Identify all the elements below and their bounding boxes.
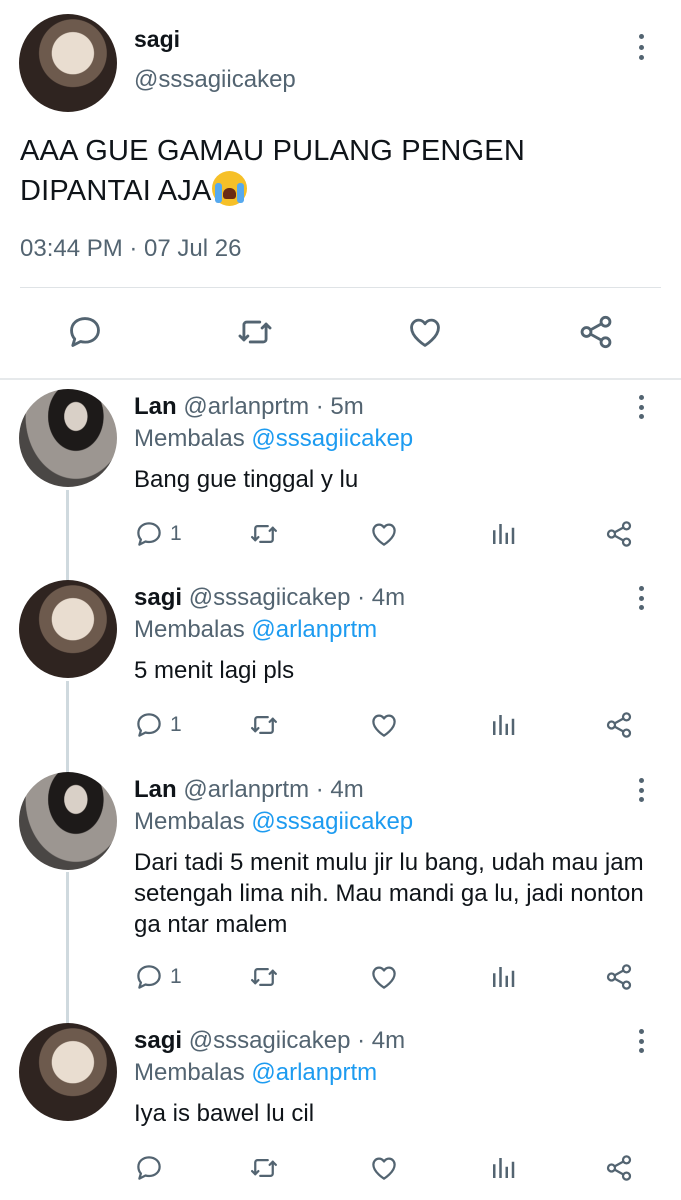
reply-text: 5 menit lagi pls	[134, 657, 295, 684]
reply-text: Iya is bawel lu cil	[134, 1100, 315, 1127]
tweet-timestamp[interactable]: 03:44 PM · 07 Jul 26	[20, 235, 241, 263]
author-name[interactable]: Lan	[134, 776, 177, 803]
reply-tweet[interactable]: sagi @sssagiicakep · 4m Membalas @arlanp…	[0, 1023, 681, 1197]
analytics-icon[interactable]	[488, 517, 518, 551]
share-icon[interactable]	[604, 517, 634, 551]
author-handle[interactable]: @sssagiicakep	[134, 66, 296, 94]
avatar[interactable]	[19, 389, 117, 487]
avatar[interactable]	[19, 1023, 117, 1121]
reply-tweet[interactable]: sagi @sssagiicakep · 4m Membalas @arlanp…	[0, 580, 681, 754]
mention-link[interactable]: @arlanprtm	[251, 1059, 377, 1086]
reply-button[interactable]: 1	[134, 517, 182, 551]
retweet-icon[interactable]	[249, 1151, 279, 1185]
tweet-text-line2: DIPANTAI AJA	[20, 175, 212, 207]
share-icon[interactable]	[604, 708, 634, 742]
replying-prefix: Membalas	[134, 1059, 245, 1086]
share-icon[interactable]	[576, 312, 616, 352]
author-handle[interactable]: @arlanprtm · 5m	[183, 393, 363, 420]
reply-tweet[interactable]: Lan @arlanprtm · 5m Membalas @sssagiicak…	[0, 389, 681, 563]
analytics-icon[interactable]	[488, 708, 518, 742]
replying-to: Membalas @arlanprtm	[134, 616, 377, 644]
share-icon[interactable]	[604, 1151, 634, 1185]
reply-header: sagi @sssagiicakep · 4m	[134, 584, 405, 612]
reply-icon	[137, 522, 161, 546]
like-icon[interactable]	[405, 312, 445, 352]
retweet-icon[interactable]	[249, 708, 279, 742]
like-icon[interactable]	[369, 960, 399, 994]
reply-text: Bang gue tinggal y lu	[134, 466, 359, 493]
reply-button[interactable]: 1	[134, 708, 182, 742]
mention-link[interactable]: @arlanprtm	[251, 616, 377, 643]
replying-prefix: Membalas	[134, 425, 245, 452]
avatar[interactable]	[19, 14, 117, 112]
author-name[interactable]: sagi	[134, 584, 182, 611]
author-handle[interactable]: @sssagiicakep · 4m	[189, 1027, 405, 1054]
reply-actions	[134, 1151, 654, 1185]
reply-count: 1	[170, 522, 182, 545]
mention-link[interactable]: @sssagiicakep	[251, 425, 413, 452]
tweet-text: AAA GUE GAMAU PULANG PENGEN DIPANTAI AJA	[20, 131, 640, 211]
reply-button[interactable]	[134, 1151, 170, 1185]
analytics-icon[interactable]	[488, 960, 518, 994]
retweet-icon[interactable]	[249, 960, 279, 994]
replying-prefix: Membalas	[134, 616, 245, 643]
reply-actions: 1	[134, 960, 654, 994]
reply-tweet[interactable]: Lan @arlanprtm · 4m Membalas @sssagiicak…	[0, 772, 681, 1008]
reply-icon	[137, 713, 161, 737]
reply-count: 1	[170, 713, 182, 736]
reply-icon	[137, 965, 161, 989]
more-options-icon[interactable]	[635, 778, 647, 802]
like-icon[interactable]	[369, 708, 399, 742]
reply-count: 1	[170, 965, 182, 988]
more-options-icon[interactable]	[635, 1029, 647, 1053]
mention-link[interactable]: @sssagiicakep	[251, 808, 413, 835]
replying-to: Membalas @sssagiicakep	[134, 808, 413, 836]
reply-header: sagi @sssagiicakep · 4m	[134, 1027, 405, 1055]
replying-to: Membalas @arlanprtm	[134, 1059, 377, 1087]
main-tweet: sagi @sssagiicakep AAA GUE GAMAU PULANG …	[0, 0, 681, 380]
reply-text: Dari tadi 5 menit mulu jir lu bang, udah…	[134, 849, 644, 938]
more-options-icon[interactable]	[635, 586, 647, 610]
author-handle[interactable]: @arlanprtm · 4m	[183, 776, 363, 803]
section-divider	[0, 378, 681, 380]
more-options-icon[interactable]	[635, 395, 647, 419]
author-name[interactable]: sagi	[134, 1027, 182, 1054]
crying-face-icon	[212, 171, 248, 206]
retweet-icon[interactable]	[235, 312, 275, 352]
reply-icon[interactable]	[65, 312, 105, 352]
analytics-icon[interactable]	[488, 1151, 518, 1185]
author-name[interactable]: Lan	[134, 393, 177, 420]
replying-to: Membalas @sssagiicakep	[134, 425, 413, 453]
share-icon[interactable]	[604, 960, 634, 994]
author-handle[interactable]: @sssagiicakep · 4m	[189, 584, 405, 611]
like-icon[interactable]	[369, 1151, 399, 1185]
divider	[20, 287, 661, 288]
reply-button[interactable]: 1	[134, 960, 182, 994]
reply-icon	[137, 1156, 161, 1180]
tweet-thread: sagi @sssagiicakep AAA GUE GAMAU PULANG …	[0, 0, 681, 1200]
author-name[interactable]: sagi	[134, 26, 180, 53]
tweet-text-line1: AAA GUE GAMAU PULANG PENGEN	[20, 135, 525, 167]
reply-header: Lan @arlanprtm · 4m	[134, 776, 364, 804]
like-icon[interactable]	[369, 517, 399, 551]
replying-prefix: Membalas	[134, 808, 245, 835]
reply-actions: 1	[134, 708, 654, 742]
reply-header: Lan @arlanprtm · 5m	[134, 393, 364, 421]
reply-actions: 1	[134, 517, 654, 551]
retweet-icon[interactable]	[249, 517, 279, 551]
more-options-icon[interactable]	[635, 34, 647, 60]
avatar[interactable]	[19, 580, 117, 678]
avatar[interactable]	[19, 772, 117, 870]
